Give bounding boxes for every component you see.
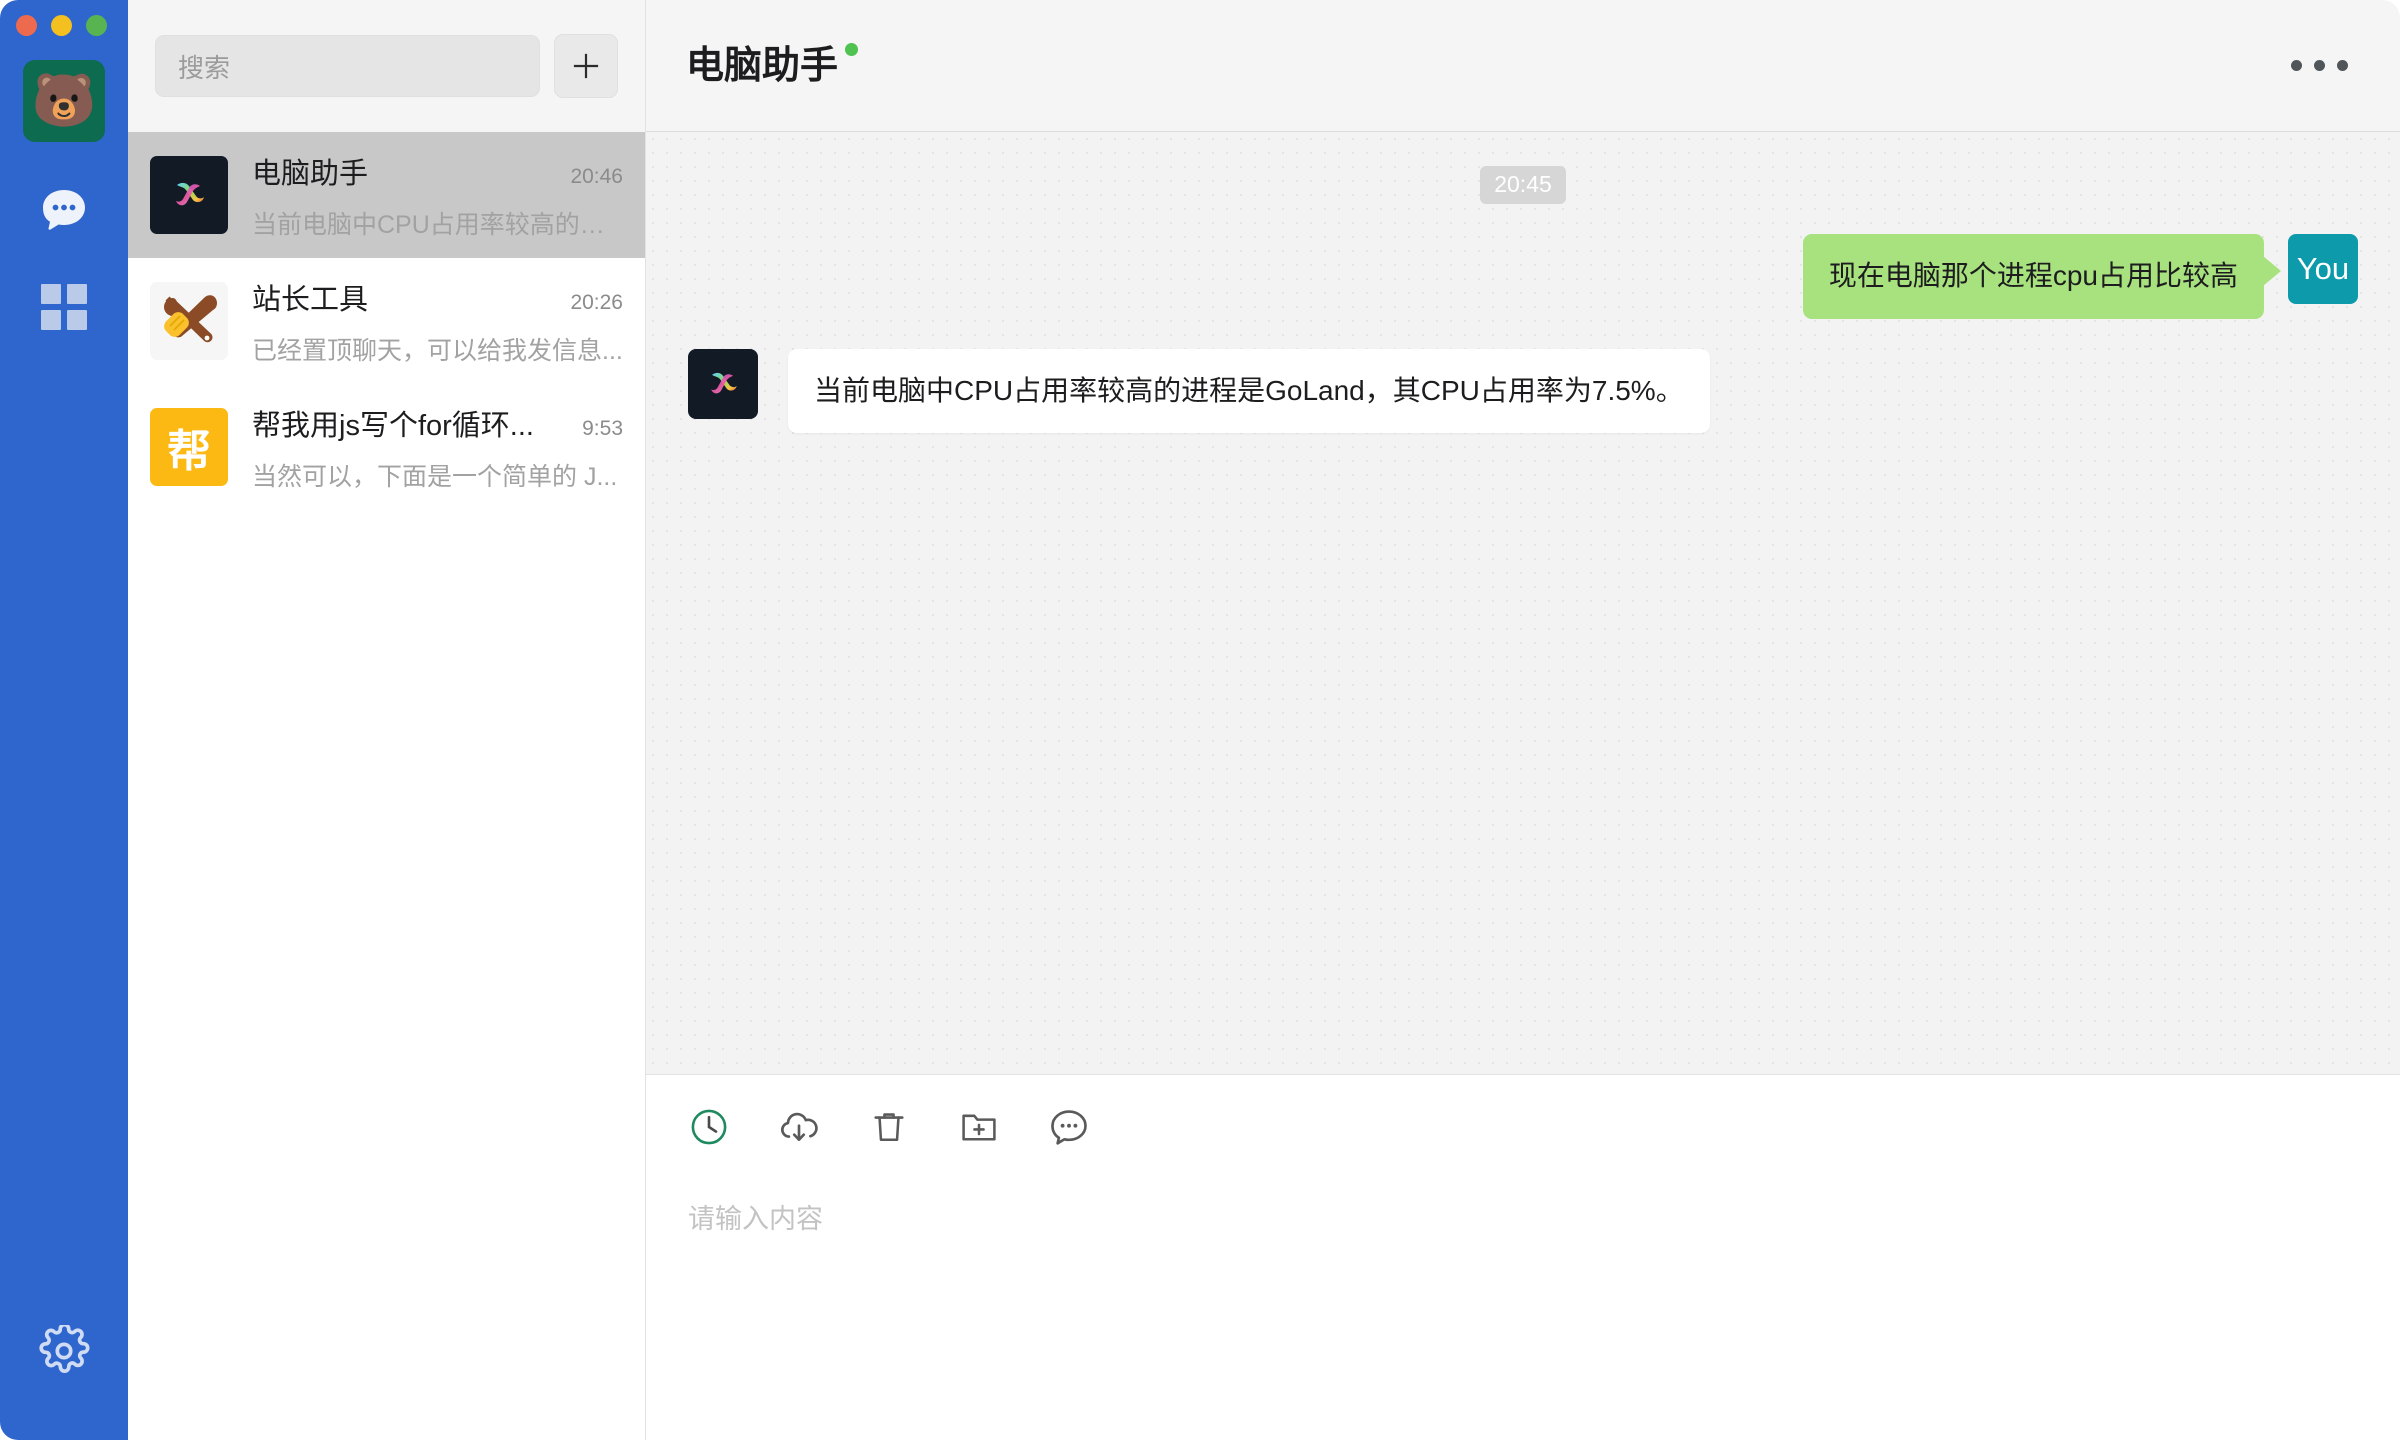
composer-new-folder-button[interactable]	[952, 1100, 1006, 1154]
tools-icon	[164, 295, 217, 343]
grid-icon	[41, 284, 87, 330]
conversation-panel: 电脑助手 20:45 现在电脑那个进程cpu占用比较高 You 当前电脑中CPU…	[646, 0, 2400, 1440]
search-bar: 搜索	[128, 0, 645, 132]
chat-list-item-0[interactable]: 电脑助手 20:46 当前电脑中CPU占用率较高的进...	[128, 132, 645, 258]
chat-item-preview: 已经置顶聊天，可以给我发信息...	[252, 336, 623, 365]
composer-history-button[interactable]	[682, 1100, 736, 1154]
timestamp-divider: 20:45	[1480, 166, 1566, 204]
app-window: 🐻 搜索 电脑助手 20:46 当前电脑中CPU占用率较高的进... 站长工具 …	[0, 0, 2400, 1440]
chat-item-time: 9:53	[582, 416, 623, 440]
avatar-assistant[interactable]	[688, 348, 758, 419]
copilot-icon	[176, 182, 204, 206]
trash-icon	[874, 1113, 904, 1142]
chat-item-preview: 当前电脑中CPU占用率较高的进...	[252, 210, 623, 239]
chat-list-item-1[interactable]: 站长工具 20:26 已经置顶聊天，可以给我发信息...	[128, 258, 645, 384]
chat-item-text: 站长工具 20:26 已经置顶聊天，可以给我发信息...	[252, 276, 623, 367]
message-bubble[interactable]: 当前电脑中CPU占用率较高的进程是GoLand，其CPU占用率为7.5%。	[788, 348, 1710, 434]
conversation-more-button[interactable]	[2281, 50, 2358, 81]
history-clock-icon	[691, 1109, 727, 1145]
chat-avatar-letter: 帮	[150, 408, 228, 486]
chat-item-text: 电脑助手 20:46 当前电脑中CPU占用率较高的进...	[252, 150, 623, 241]
chat-item-text: 帮我用js写个for循环... 9:53 当然可以，下面是一个简单的 J...	[252, 402, 623, 493]
chat-item-time: 20:26	[570, 290, 623, 314]
copilot-icon	[711, 372, 737, 393]
plus-icon	[573, 53, 599, 79]
cloud-download-icon	[781, 1112, 818, 1141]
close-window-button[interactable]	[16, 15, 37, 36]
online-status-indicator	[845, 42, 859, 56]
rail-nav	[29, 180, 99, 338]
chat-item-title: 帮我用js写个for循环...	[252, 409, 534, 442]
minimize-window-button[interactable]	[51, 15, 72, 36]
chat-bubble-icon	[43, 190, 85, 230]
conversation-header: 电脑助手	[646, 0, 2400, 132]
composer-delete-button[interactable]	[862, 1100, 916, 1154]
message-list: 20:45 现在电脑那个进程cpu占用比较高 You 当前电脑中CPU占用率较高…	[646, 132, 2400, 1074]
chat-list-item-2[interactable]: 帮 帮我用js写个for循环... 9:53 当然可以，下面是一个简单的 J..…	[128, 384, 645, 510]
more-dot-icon	[2314, 60, 2325, 71]
composer-download-button[interactable]	[772, 1100, 826, 1154]
message-incoming: 当前电脑中CPU占用率较高的进程是GoLand，其CPU占用率为7.5%。	[646, 348, 2400, 434]
window-traffic-lights	[16, 15, 107, 36]
composer-more-button[interactable]	[1042, 1100, 1096, 1154]
rail-item-settings[interactable]	[29, 1320, 99, 1382]
gear-icon	[39, 1325, 90, 1373]
chat-avatar-copilot	[150, 156, 228, 234]
add-chat-button[interactable]	[554, 34, 618, 98]
left-rail: 🐻	[0, 0, 128, 1440]
rail-item-apps[interactable]	[29, 276, 99, 338]
page-title: 电脑助手	[686, 44, 839, 87]
folder-add-icon	[962, 1114, 996, 1141]
chat-item-title: 电脑助手	[252, 157, 369, 190]
chat-item-title: 站长工具	[252, 283, 369, 316]
message-bubble[interactable]: 现在电脑那个进程cpu占用比较高	[1802, 234, 2282, 319]
rail-item-chats[interactable]	[29, 180, 99, 242]
chat-list: 电脑助手 20:46 当前电脑中CPU占用率较高的进... 站长工具 20:26…	[128, 132, 645, 1440]
composer: 请输入内容	[646, 1074, 2400, 1440]
chat-item-preview: 当然可以，下面是一个简单的 J...	[252, 462, 618, 491]
chat-avatar-tools	[150, 282, 228, 360]
more-dot-icon	[2337, 60, 2348, 71]
chat-dots-icon	[1051, 1110, 1087, 1145]
chat-list-column: 搜索 电脑助手 20:46 当前电脑中CPU占用率较高的进... 站长工具 20…	[128, 0, 646, 1440]
account-avatar-glyph: 🐻	[31, 72, 97, 130]
search-input[interactable]: 搜索	[155, 35, 540, 97]
account-avatar[interactable]: 🐻	[23, 60, 105, 142]
chat-item-time: 20:46	[570, 164, 623, 188]
composer-toolbar	[646, 1075, 2400, 1179]
maximize-window-button[interactable]	[86, 15, 107, 36]
timestamp-divider-row: 20:45	[646, 166, 2400, 204]
message-input[interactable]: 请输入内容	[646, 1179, 2400, 1440]
more-dot-icon	[2291, 60, 2302, 71]
avatar-you[interactable]: You	[2288, 234, 2358, 304]
message-outgoing: 现在电脑那个进程cpu占用比较高 You	[646, 234, 2400, 319]
conversation-title-wrap: 电脑助手	[686, 42, 859, 87]
